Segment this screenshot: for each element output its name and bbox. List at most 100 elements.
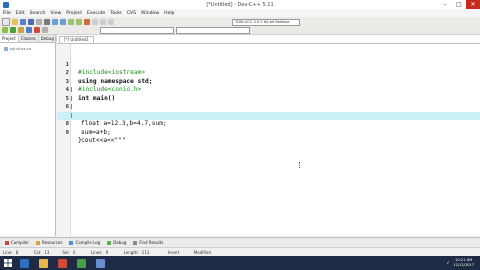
symbol-select[interactable] (176, 27, 250, 34)
compile-log-icon (69, 240, 74, 245)
menu-window[interactable]: Window (141, 11, 159, 16)
redo-icon[interactable] (60, 19, 66, 25)
toolbar-row-2 (2, 26, 50, 34)
status-mode: Insert (167, 249, 180, 255)
menu-help[interactable]: Help (164, 11, 174, 16)
system-tray: ♪ 10:21 AM 12/12/2017 (447, 258, 474, 267)
clock-time: 10:21 AM (455, 258, 473, 262)
file-explorer-icon[interactable] (39, 258, 48, 268)
code-editor[interactable]: 1 #include<iostream> 2 using namespace s… (57, 43, 480, 237)
resources-icon (36, 240, 41, 245)
clock[interactable]: 10:21 AM 12/12/2017 (453, 258, 474, 267)
media-player-icon[interactable] (58, 258, 67, 268)
fold-marker (71, 95, 76, 101)
tab-project[interactable]: Project (0, 35, 19, 42)
status-line-value: 8 (15, 249, 19, 255)
file-icon (4, 46, 8, 51)
scope-select[interactable] (100, 27, 174, 34)
code-line[interactable]: 4 int main() (57, 78, 480, 102)
mouse-cursor-icon (299, 162, 301, 168)
chrome-icon[interactable] (77, 258, 86, 268)
fold-marker[interactable] (71, 87, 76, 92)
compiler-icon (5, 240, 9, 245)
code-line-current[interactable]: 8 cout<<a<<""" (57, 111, 480, 144)
tab-compiler[interactable]: Compiler (3, 239, 31, 246)
tab-debug[interactable]: Debug (39, 35, 57, 42)
tab-resources[interactable]: Resources (34, 239, 64, 246)
tab-debug-output[interactable]: Debug (105, 239, 128, 246)
fold-marker (71, 112, 76, 118)
menu-file[interactable]: File (3, 11, 11, 16)
code-line[interactable]: 5 { (57, 86, 480, 119)
tree-item-label: tgl.cincs.cx (10, 46, 32, 51)
save-all-icon[interactable] (28, 19, 34, 25)
menu-execute[interactable]: Execute (87, 11, 105, 16)
menu-cvs[interactable]: CVS (127, 11, 136, 16)
tab-compile-log[interactable]: Compile Log (67, 239, 102, 246)
find-results-icon (133, 240, 138, 245)
volume-icon[interactable]: ♪ (447, 260, 450, 265)
project-browser-panel: Project Classes Debug tgl.cincs.cx (0, 35, 57, 236)
indent-icon[interactable] (92, 19, 98, 25)
status-sel-label: Sel: (62, 249, 70, 255)
editor-file-tab[interactable]: [*] Untitled1 (59, 36, 94, 43)
window-controls: – □ ✕ (438, 0, 480, 9)
code-line[interactable]: 6 float a=12.3,b=4.7,sum; (57, 95, 480, 127)
compiler-select[interactable]: TDM-GCC 4.9.2 64-bit Release (232, 19, 300, 26)
find-icon[interactable] (68, 19, 74, 25)
dev-cpp-taskbar-icon[interactable] (96, 258, 105, 268)
maximize-icon[interactable]: □ (452, 0, 466, 9)
minimize-icon[interactable]: – (438, 0, 452, 9)
undo-icon[interactable] (52, 19, 58, 25)
code-line[interactable]: 9 } (57, 120, 480, 145)
code-line[interactable]: 3 #include<conio.h> (57, 69, 480, 94)
compile-run-icon[interactable] (18, 27, 24, 33)
toolbar-row-1 (2, 18, 116, 26)
run-icon[interactable] (10, 27, 16, 33)
status-modified: Modified (193, 249, 211, 255)
status-col-value: 13 (44, 249, 50, 255)
open-folder-icon[interactable] (12, 19, 18, 25)
code-text: cout<<a<<""" (81, 137, 126, 144)
editor-area: [*] Untitled1 1 #include<iostream> 2 usi… (57, 35, 480, 237)
tab-find-results[interactable]: Find Results (131, 239, 165, 246)
title-bar: [*Untitled] - Dev-C++ 5.11 – □ ✕ (0, 0, 480, 9)
internet-explorer-icon[interactable] (20, 258, 29, 268)
clock-date: 12/12/2017 (453, 262, 474, 267)
close-file-icon[interactable] (36, 19, 42, 25)
menu-tools[interactable]: Tools (110, 11, 121, 16)
profile-icon[interactable] (42, 27, 48, 33)
new-file-icon[interactable] (2, 18, 10, 26)
project-browser-tabs: Project Classes Debug (0, 35, 57, 43)
unindent-icon[interactable] (100, 19, 106, 25)
code-line[interactable]: 7 sum=a+b; (57, 103, 480, 136)
code-line[interactable]: 2 using namespace std; (57, 61, 480, 85)
menu-edit[interactable]: Edit (16, 11, 25, 16)
tab-classes[interactable]: Classes (19, 35, 39, 42)
menu-view[interactable]: View (50, 11, 61, 16)
status-length-value: 113 (141, 249, 150, 255)
status-length-label: Length: (123, 249, 139, 255)
windows-start-icon[interactable] (4, 259, 12, 267)
tree-item[interactable]: tgl.cincs.cx (4, 46, 51, 51)
save-icon[interactable] (20, 19, 26, 25)
compile-icon[interactable] (2, 27, 8, 33)
print-icon[interactable] (44, 19, 50, 25)
menu-project[interactable]: Project (66, 11, 82, 16)
window-title: [*Untitled] - Dev-C++ 5.11 (206, 2, 274, 8)
debug-icon[interactable] (34, 27, 40, 33)
close-icon[interactable]: ✕ (466, 0, 480, 9)
code-line[interactable]: 1 #include<iostream> (57, 52, 480, 77)
status-lines-label: Lines: (90, 249, 103, 255)
replace-icon[interactable] (76, 19, 82, 25)
goto-icon[interactable] (84, 19, 90, 25)
code-text: sum=a+b; (81, 128, 111, 136)
status-col-label: Col: (33, 249, 42, 255)
status-lines-value: 9 (105, 249, 109, 255)
rebuild-icon[interactable] (26, 27, 32, 33)
menu-search[interactable]: Search (30, 11, 46, 16)
debug-icon (107, 240, 112, 245)
toolbar: TDM-GCC 4.9.2 64-bit Release (0, 17, 480, 35)
status-sel-value: 0 (72, 249, 76, 255)
toggle-comment-icon[interactable] (108, 19, 114, 25)
